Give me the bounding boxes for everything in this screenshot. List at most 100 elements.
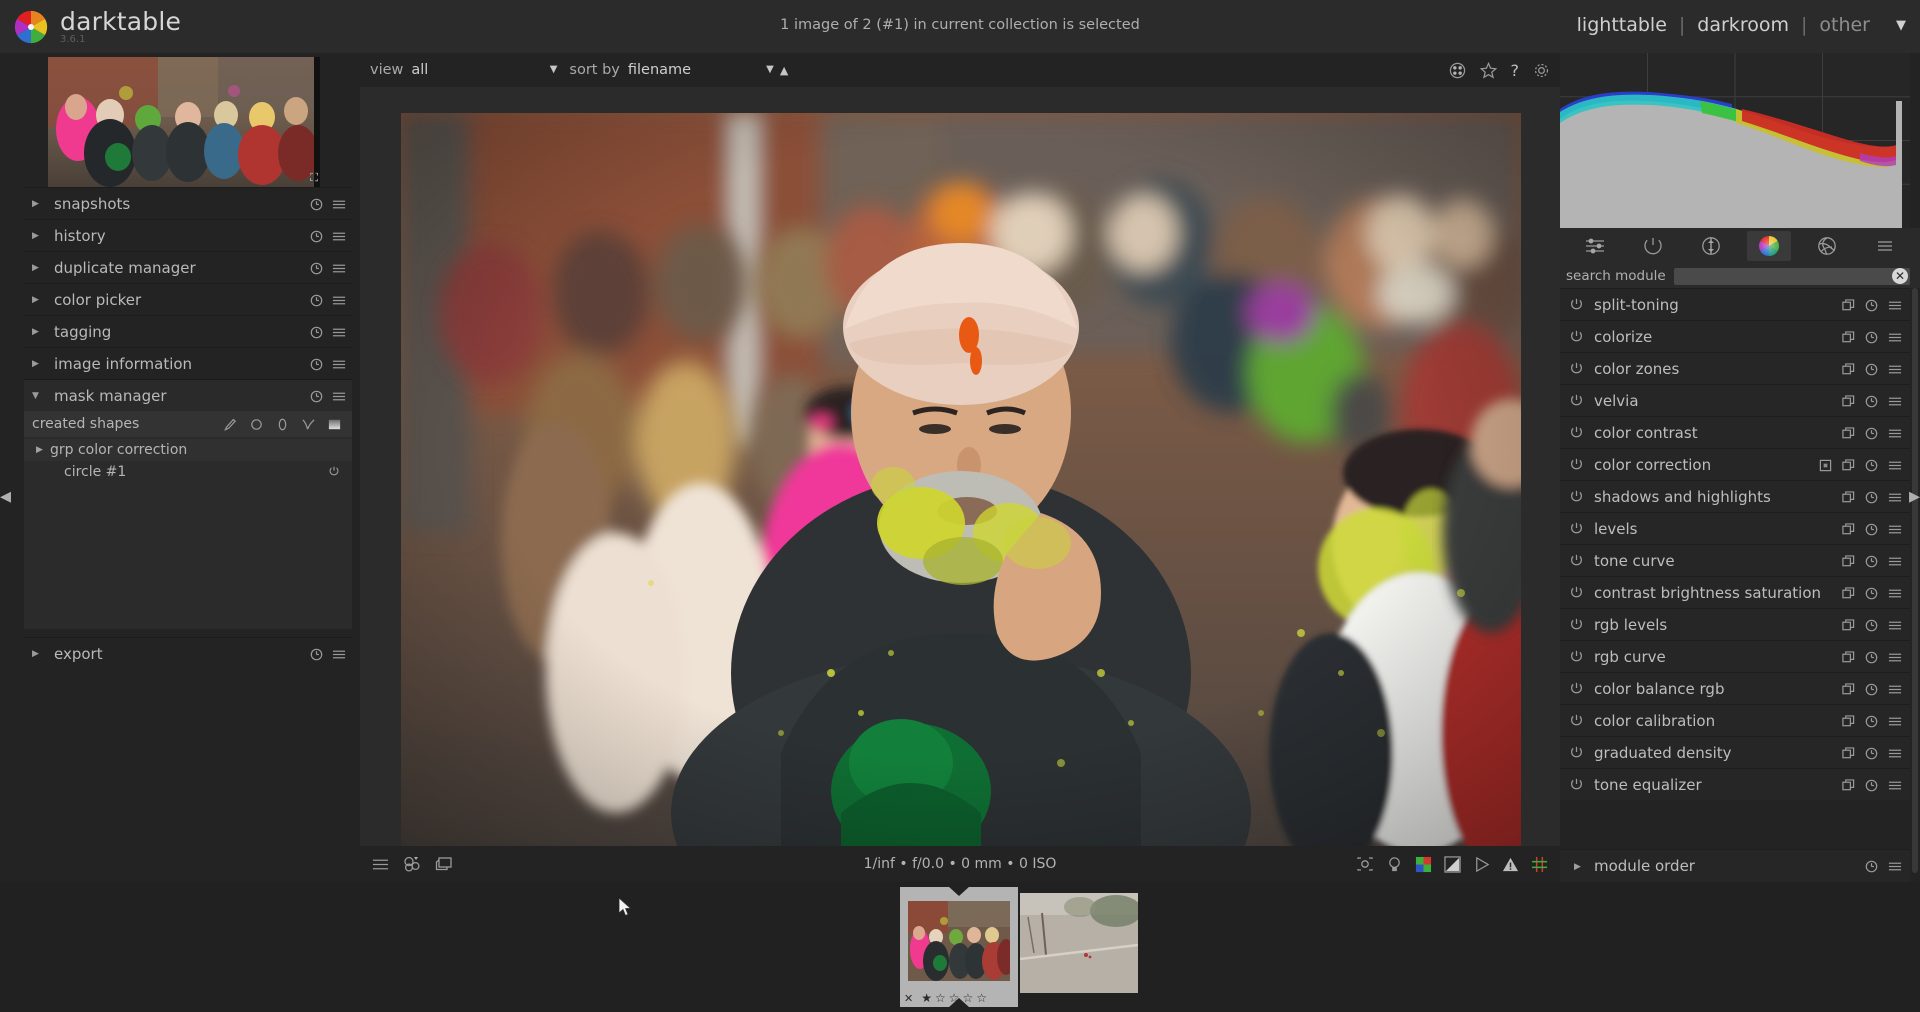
gear-icon[interactable] (1533, 62, 1550, 79)
reset-icon[interactable] (310, 326, 323, 339)
multi-instance-icon[interactable] (1842, 779, 1855, 792)
presets-icon[interactable] (1888, 427, 1902, 440)
reset-icon[interactable] (1865, 619, 1878, 632)
left-module-snapshots[interactable]: ▶snapshots (24, 187, 352, 219)
power-icon[interactable] (1569, 681, 1584, 696)
view-other[interactable]: other (1809, 12, 1880, 38)
presets-icon[interactable] (1888, 491, 1902, 504)
brush-icon[interactable] (223, 417, 238, 432)
reset-icon[interactable] (310, 648, 323, 661)
reset-icon[interactable] (310, 198, 323, 211)
presets-icon[interactable] (332, 198, 346, 211)
mask-indicator-icon[interactable] (1819, 459, 1832, 472)
left-module-tagging[interactable]: ▶tagging (24, 315, 352, 347)
presets-icon[interactable] (1888, 587, 1902, 600)
reset-icon[interactable] (1865, 715, 1878, 728)
module-shadows-and-highlights[interactable]: shadows and highlights (1560, 480, 1910, 512)
multi-instance-icon[interactable] (1842, 331, 1855, 344)
focus-peaking-icon[interactable] (1473, 856, 1490, 873)
grouping-icon[interactable] (1449, 62, 1466, 79)
power-icon[interactable] (1569, 617, 1584, 632)
left-module-color-picker[interactable]: ▶color picker (24, 283, 352, 315)
module-contrast-brightness-saturation[interactable]: contrast brightness saturation (1560, 576, 1910, 608)
reset-icon[interactable] (1865, 523, 1878, 536)
overlays-star-icon[interactable] (1480, 62, 1497, 79)
right-panel-collapse-handle[interactable]: ▸ (1906, 483, 1920, 511)
help-icon[interactable]: ? (1511, 61, 1520, 80)
tab-effects-group[interactable] (1805, 231, 1849, 261)
module-rgb-curve[interactable]: rgb curve (1560, 640, 1910, 672)
view-lighttable[interactable]: lighttable (1567, 12, 1677, 38)
clear-icon[interactable]: ✕ (1892, 268, 1908, 284)
presets-menu-icon[interactable] (1863, 231, 1907, 261)
reset-icon[interactable] (1865, 747, 1878, 760)
multi-instance-icon[interactable] (1842, 587, 1855, 600)
multi-instance-icon[interactable] (1842, 459, 1855, 472)
module-levels[interactable]: levels (1560, 512, 1910, 544)
left-panel-collapse-handle[interactable]: ◂ (0, 483, 14, 511)
left-module-mask-manager[interactable]: ▼mask manager (24, 379, 352, 411)
module-color-zones[interactable]: color zones (1560, 352, 1910, 384)
presets-icon[interactable] (1888, 459, 1902, 472)
left-module-export[interactable]: ▶export (24, 637, 352, 669)
filmstrip-thumbnail[interactable] (1020, 887, 1138, 1007)
presets-icon[interactable] (1888, 299, 1902, 312)
navigation-thumbnail[interactable]: ⛶ (48, 57, 320, 187)
star-2[interactable]: ☆ (935, 991, 946, 1005)
multi-instance-icon[interactable] (1842, 523, 1855, 536)
multi-instance-icon[interactable] (1842, 395, 1855, 408)
main-image[interactable] (401, 113, 1521, 858)
multi-instance-icon[interactable] (1842, 747, 1855, 760)
presets-icon[interactable] (1888, 860, 1902, 873)
reset-icon[interactable] (1865, 331, 1878, 344)
presets-icon[interactable] (1888, 779, 1902, 792)
overexposed-icon[interactable] (1444, 856, 1461, 873)
gradient-icon[interactable] (327, 417, 342, 432)
triangle-right-icon[interactable]: ▶ (36, 445, 43, 455)
multi-instance-icon[interactable] (1842, 427, 1855, 440)
power-icon[interactable] (1569, 585, 1584, 600)
presets-icon[interactable] (1888, 683, 1902, 696)
presets-icon[interactable] (332, 294, 346, 307)
tab-technical-group[interactable] (1631, 231, 1675, 261)
module-color-calibration[interactable]: color calibration (1560, 704, 1910, 736)
presets-icon[interactable] (1888, 619, 1902, 632)
colorlabels-icon[interactable] (403, 856, 421, 872)
reset-icon[interactable] (1865, 491, 1878, 504)
presets-icon[interactable] (1888, 395, 1902, 408)
module-color-balance-rgb[interactable]: color balance rgb (1560, 672, 1910, 704)
reset-icon[interactable] (310, 358, 323, 371)
power-icon[interactable] (1569, 489, 1584, 504)
module-color-contrast[interactable]: color contrast (1560, 416, 1910, 448)
multi-instance-icon[interactable] (1842, 651, 1855, 664)
power-icon[interactable] (1569, 425, 1584, 440)
module-list-scrollbar[interactable] (1912, 288, 1918, 873)
presets-icon[interactable] (1888, 651, 1902, 664)
gamut-check-icon[interactable] (1386, 856, 1403, 873)
left-module-image-information[interactable]: ▶image information (24, 347, 352, 379)
reset-icon[interactable] (1865, 683, 1878, 696)
multi-instance-icon[interactable] (1842, 555, 1855, 568)
power-icon[interactable] (1569, 521, 1584, 536)
module-color-correction[interactable]: color correction (1560, 448, 1910, 480)
presets-icon[interactable] (1888, 363, 1902, 376)
multi-instance-icon[interactable] (1842, 299, 1855, 312)
power-icon[interactable] (1569, 649, 1584, 664)
reset-icon[interactable] (1865, 651, 1878, 664)
tab-effects-color-group[interactable] (1747, 231, 1791, 261)
power-icon[interactable] (1569, 457, 1584, 472)
reset-icon[interactable] (1865, 363, 1878, 376)
power-icon[interactable] (1569, 361, 1584, 376)
ellipse-icon[interactable] (275, 417, 290, 432)
sort-direction-icon[interactable]: ▲ (780, 64, 788, 77)
power-icon[interactable] (1569, 297, 1584, 312)
histogram[interactable] (1560, 53, 1910, 228)
power-icon[interactable] (1569, 745, 1584, 760)
presets-icon[interactable] (1888, 523, 1902, 536)
path-icon[interactable] (301, 417, 316, 432)
reset-icon[interactable] (1865, 860, 1878, 873)
power-icon[interactable] (1569, 777, 1584, 792)
power-icon[interactable] (1569, 713, 1584, 728)
power-icon[interactable] (1569, 329, 1584, 344)
module-rgb-levels[interactable]: rgb levels (1560, 608, 1910, 640)
